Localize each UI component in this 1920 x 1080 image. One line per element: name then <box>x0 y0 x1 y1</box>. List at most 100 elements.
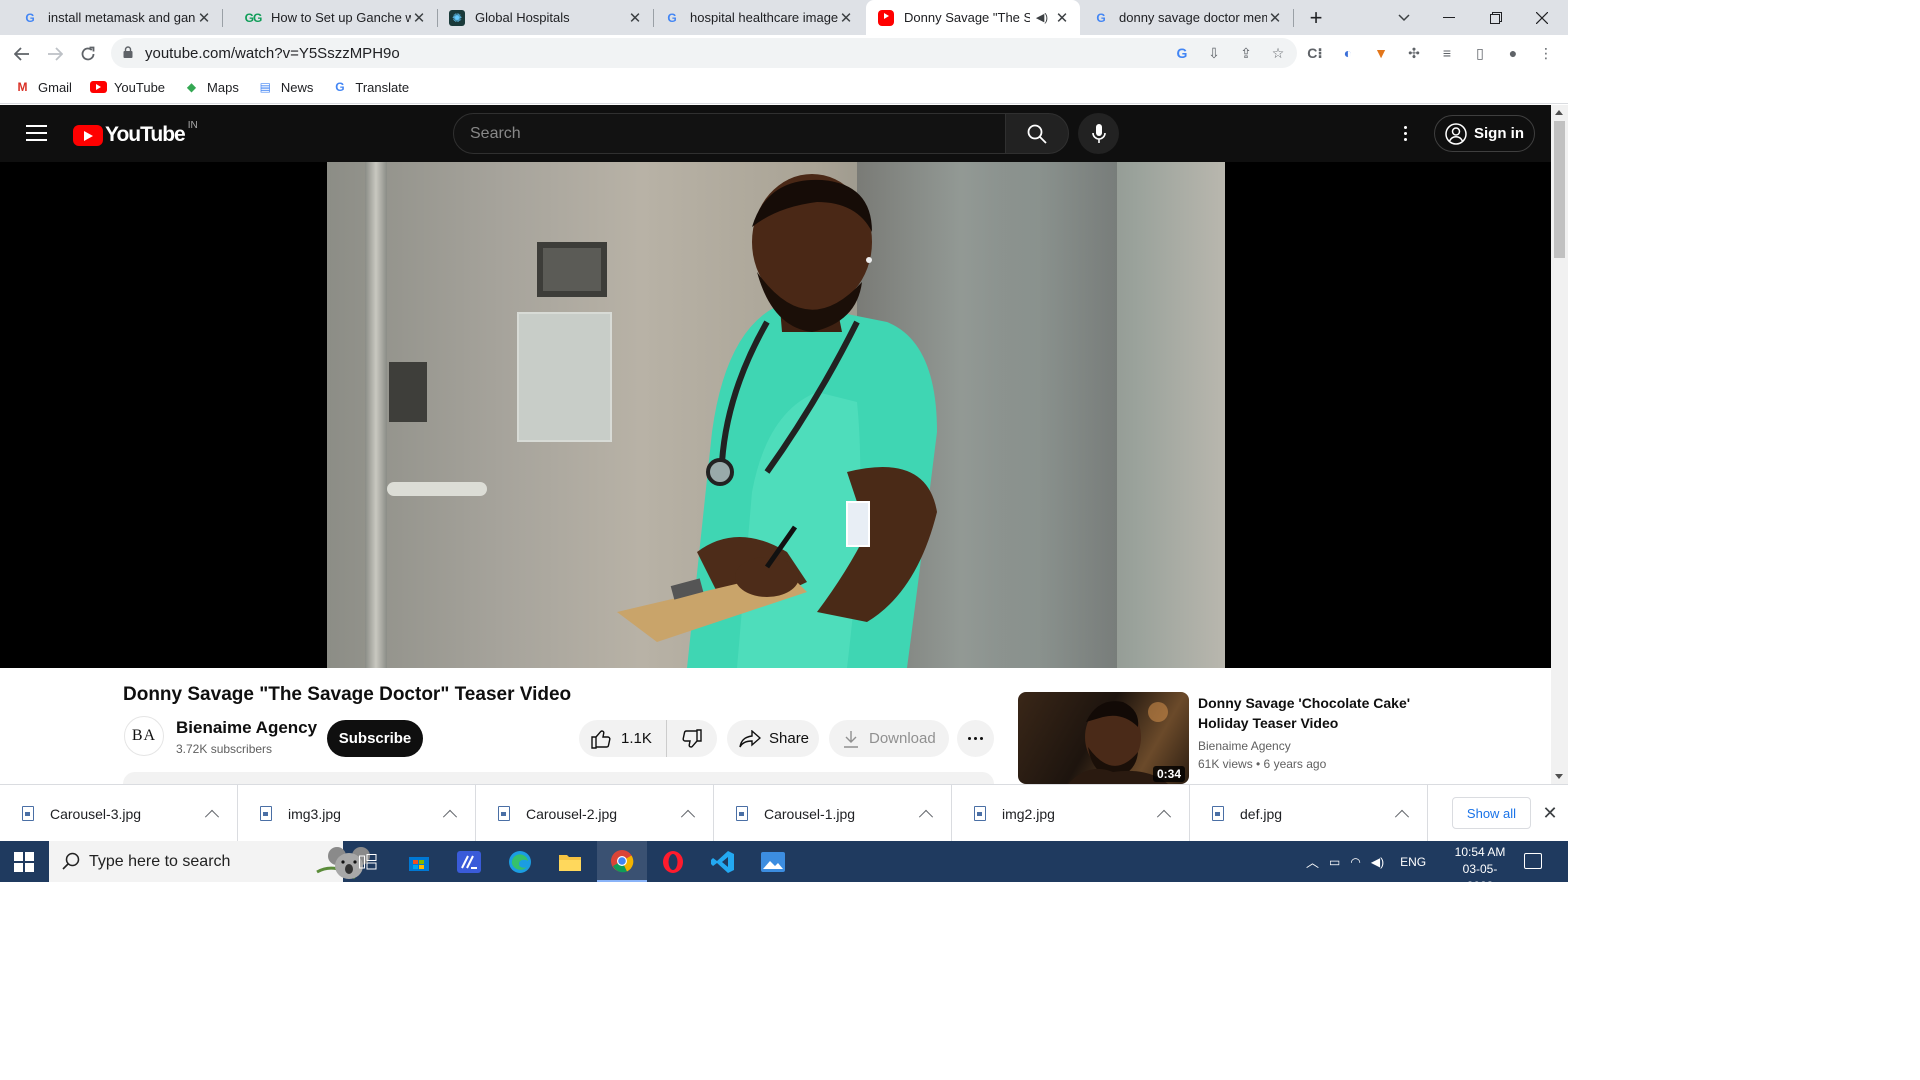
download-button[interactable]: Download <box>829 720 949 757</box>
tab-hospital-images[interactable]: G hospital healthcare images ✕ <box>642 0 864 35</box>
chrome-menu-icon[interactable]: ⋮ <box>1535 42 1557 64</box>
opera-browser-icon[interactable] <box>648 841 698 882</box>
share-button[interactable]: Share <box>727 720 819 757</box>
download-filename: img3.jpg <box>288 805 341 822</box>
recommended-title[interactable]: Donny Savage 'Chocolate Cake' Holiday Te… <box>1198 693 1428 733</box>
channel-avatar[interactable]: BA <box>124 716 164 756</box>
wifi-icon[interactable]: ◠ <box>1350 855 1360 869</box>
media-controls-icon[interactable]: ≡ <box>1436 42 1458 64</box>
tab-install-metamask[interactable]: G install metamask and ganache ✕ <box>0 0 222 35</box>
restore-window-icon[interactable] <box>1484 0 1508 35</box>
download-item[interactable]: Carousel-2.jpg <box>476 785 714 842</box>
microsoft-store-icon[interactable] <box>394 841 444 882</box>
chevron-up-icon[interactable] <box>680 809 696 824</box>
bookmark-news[interactable]: ▤ News <box>257 80 314 95</box>
back-icon[interactable] <box>9 41 35 67</box>
reload-icon[interactable] <box>75 41 101 67</box>
chevron-up-icon[interactable] <box>204 809 220 824</box>
bookmark-gmail[interactable]: M Gmail <box>14 80 72 95</box>
tab-donny-savage-video[interactable]: Donny Savage "The Savage Doctor" Teaser … <box>866 0 1080 35</box>
speaker-icon[interactable]: ◀) <box>1036 11 1048 24</box>
close-tab-icon[interactable]: ✕ <box>838 9 854 27</box>
share-page-icon[interactable]: ⇪ <box>1235 42 1257 64</box>
tab-donny-savage-meme[interactable]: G donny savage doctor meme ✕ <box>1071 0 1293 35</box>
google-icon: G <box>667 10 677 25</box>
tab-setup-ganache[interactable]: GG How to Set up Ganche with ✕ <box>223 0 437 35</box>
download-item[interactable]: Carousel-1.jpg <box>714 785 952 842</box>
close-tab-icon[interactable]: ✕ <box>627 9 643 27</box>
forward-icon[interactable] <box>42 41 68 67</box>
voice-search-button[interactable] <box>1078 113 1119 154</box>
close-shelf-icon[interactable]: ✕ <box>1540 803 1560 824</box>
guide-menu-icon[interactable] <box>26 125 47 141</box>
volume-icon[interactable]: ◀) <box>1371 855 1384 869</box>
bookmark-translate[interactable]: G Translate <box>331 80 409 95</box>
input-language[interactable]: ENG <box>1400 855 1426 869</box>
minimize-window-icon[interactable] <box>1437 0 1461 35</box>
extension-blue-icon[interactable]: ◐ <box>1337 42 1359 64</box>
google-lens-icon[interactable]: G <box>1171 42 1193 64</box>
video-frame[interactable] <box>327 162 1225 668</box>
close-window-icon[interactable] <box>1530 0 1554 35</box>
metamask-fox-icon[interactable]: ▼ <box>1370 42 1392 64</box>
dislike-button[interactable] <box>667 728 717 749</box>
battery-icon[interactable]: ▭ <box>1329 855 1340 869</box>
more-actions-button[interactable] <box>957 720 994 757</box>
page-scrollbar[interactable] <box>1551 105 1568 784</box>
search-button[interactable] <box>1005 113 1069 154</box>
tab-global-hospitals[interactable]: ✺ Global Hospitals ✕ <box>427 0 653 35</box>
taskbar-clock[interactable]: 10:54 AM 03-05-2023 <box>1450 844 1510 895</box>
bookmark-star-icon[interactable]: ☆ <box>1267 42 1289 64</box>
sign-in-button[interactable]: Sign in <box>1434 115 1535 152</box>
task-view-icon[interactable] <box>343 841 393 882</box>
youtube-logo[interactable]: YouTube IN <box>73 120 198 147</box>
show-all-downloads-button[interactable]: Show all <box>1452 797 1531 829</box>
windows-start-icon[interactable] <box>14 852 34 872</box>
channel-name[interactable]: Bienaime Agency <box>176 718 317 738</box>
recommended-thumbnail[interactable]: 0:34 <box>1018 692 1189 784</box>
lock-icon[interactable] <box>123 46 133 58</box>
scroll-up-icon[interactable] <box>1555 110 1563 115</box>
close-tab-icon[interactable]: ✕ <box>411 9 427 27</box>
download-item[interactable]: def.jpg <box>1190 785 1428 842</box>
settings-more-icon[interactable] <box>1393 121 1417 145</box>
close-tab-icon[interactable]: ✕ <box>1054 9 1070 27</box>
show-hidden-icons[interactable]: ︿ <box>1306 852 1319 871</box>
extension-cb-icon[interactable]: C⁝ <box>1304 42 1326 64</box>
recommended-channel[interactable]: Bienaime Agency <box>1198 739 1291 753</box>
chevron-up-icon[interactable] <box>1394 809 1410 824</box>
tab-title: hospital healthcare images <box>690 10 838 25</box>
bookmark-youtube[interactable]: YouTube <box>89 80 165 95</box>
side-panel-icon[interactable]: ▯ <box>1469 42 1491 64</box>
taskbar-search-input[interactable]: Type here to search <box>49 841 370 882</box>
photos-app-icon[interactable] <box>748 841 798 882</box>
chrome-browser-icon[interactable] <box>597 841 647 882</box>
video-player[interactable] <box>0 162 1551 668</box>
download-item[interactable]: Carousel-3.jpg <box>0 785 238 842</box>
like-button[interactable]: 1.1K <box>579 720 667 757</box>
download-item[interactable]: img3.jpg <box>238 785 476 842</box>
close-tab-icon[interactable]: ✕ <box>1267 9 1283 27</box>
vscode-icon[interactable] <box>698 841 748 882</box>
new-tab-button[interactable]: + <box>1302 0 1330 35</box>
subscribe-button[interactable]: Subscribe <box>327 720 423 757</box>
ai-app-icon[interactable] <box>444 841 494 882</box>
chevron-up-icon[interactable] <box>918 809 934 824</box>
profile-avatar-icon[interactable]: ● <box>1502 42 1524 64</box>
install-app-icon[interactable]: ⇩ <box>1203 42 1225 64</box>
download-item[interactable]: img2.jpg <box>952 785 1190 842</box>
edge-browser-icon[interactable] <box>495 841 545 882</box>
chevron-up-icon[interactable] <box>1156 809 1172 824</box>
extensions-puzzle-icon[interactable]: ✣ <box>1403 42 1425 64</box>
chevron-up-icon[interactable] <box>442 809 458 824</box>
close-tab-icon[interactable]: ✕ <box>196 9 212 27</box>
tab-search-icon[interactable] <box>1392 0 1416 35</box>
description-box[interactable] <box>123 772 994 784</box>
scroll-down-icon[interactable] <box>1555 774 1563 779</box>
bookmark-maps[interactable]: ◆ Maps <box>183 80 239 95</box>
file-explorer-icon[interactable] <box>545 841 595 882</box>
scrollbar-thumb[interactable] <box>1554 121 1565 258</box>
address-bar[interactable]: youtube.com/watch?v=Y5SszzMPH9o G ⇩ ⇪ ☆ <box>111 38 1297 68</box>
notification-center-icon[interactable] <box>1524 853 1542 869</box>
search-input[interactable]: Search <box>453 113 1006 154</box>
